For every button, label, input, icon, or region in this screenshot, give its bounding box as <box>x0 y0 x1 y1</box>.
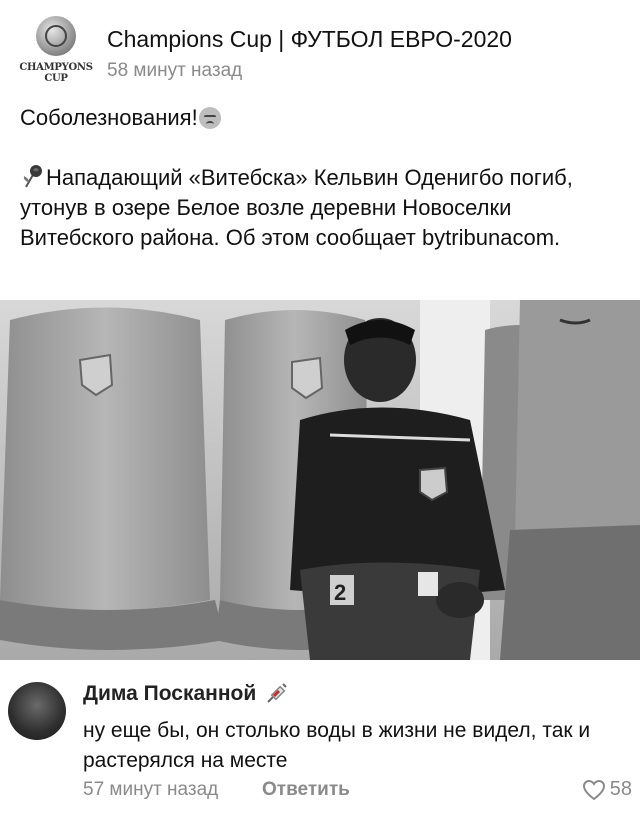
football-player-bench-photo: 2 <box>0 300 640 660</box>
heart-icon <box>582 779 605 800</box>
comment-time: 57 минут назад <box>83 779 219 800</box>
news-text: Нападающий «Витебска» Кельвин Оденигбо п… <box>20 165 573 250</box>
comment-author-name[interactable]: Дима Посканной <box>83 682 256 706</box>
condolences-text: Соболезнования! <box>20 105 198 130</box>
like-button[interactable]: 58 <box>582 778 632 801</box>
post-text-line1: Соболезнования! <box>20 103 620 133</box>
post-text-paragraph: Нападающий «Витебска» Кельвин Оденигбо п… <box>20 163 620 253</box>
post-photo[interactable]: 2 <box>0 300 640 660</box>
avatar-logo-text: CHAMPYONS CUP <box>19 62 93 84</box>
foreground-person <box>500 300 640 660</box>
syringe-icon <box>267 683 287 703</box>
comment-text: ну еще бы, он столько воды в жизни не ви… <box>83 719 591 772</box>
trophy-ball-icon <box>36 16 76 56</box>
sad-face-emoji-icon <box>198 107 221 129</box>
like-count: 58 <box>609 778 632 800</box>
commenter-avatar[interactable] <box>8 682 66 740</box>
channel-name[interactable]: Champions Cup | ФУТБОЛ ЕВРО-2020 <box>107 26 512 53</box>
post-text: Соболезнования! Нападающий «Витебска» Ке… <box>20 103 620 253</box>
post-time: 58 минут назад <box>107 60 243 81</box>
channel-avatar[interactable]: CHAMPYONS CUP <box>18 16 94 92</box>
post-header: CHAMPYONS CUP Champions Cup | ФУТБОЛ ЕВР… <box>0 0 640 100</box>
bench-seat-left <box>0 307 225 650</box>
comment-author[interactable]: Дима Посканной <box>83 682 288 706</box>
shirt-number: 2 <box>334 580 346 605</box>
rose-icon <box>23 165 42 188</box>
reply-button[interactable]: Ответить <box>262 779 350 801</box>
